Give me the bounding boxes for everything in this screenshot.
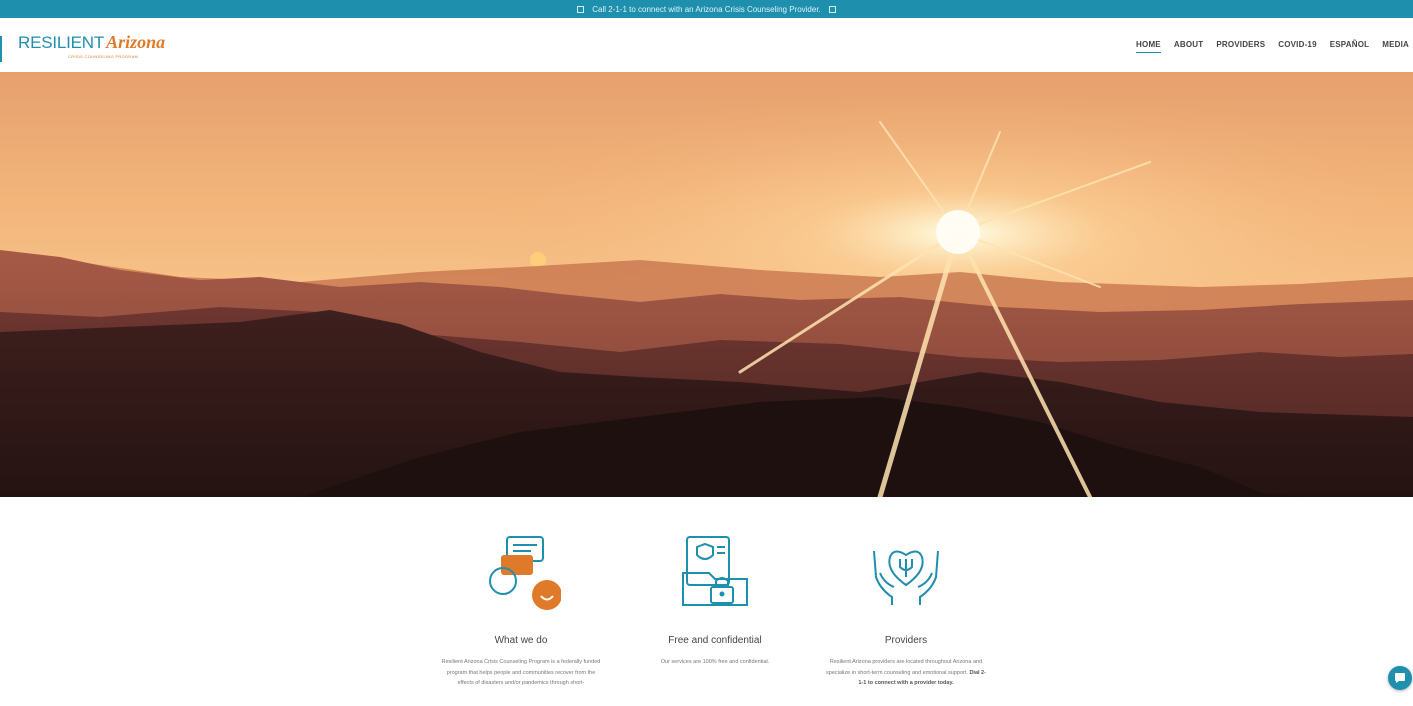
logo-word-arizona: Arizona	[106, 32, 166, 52]
chat-bubbles-icon	[489, 536, 561, 610]
feature-title: Providers	[884, 635, 928, 646]
announcement-text: Call 2-1-1 to connect with an Arizona Cr…	[592, 4, 821, 14]
announcement-bar: Call 2-1-1 to connect with an Arizona Cr…	[0, 0, 1413, 18]
feature-description: Our services are 100% free and confident…	[660, 659, 770, 665]
chat-widget-button[interactable]	[1388, 666, 1412, 690]
main-nav: HOME ABOUT PROVIDERS COVID-19 ESPAÑOL ME…	[1136, 40, 1409, 53]
chat-icon	[1395, 673, 1405, 683]
feature-description: Resilient Arizona providers are located …	[826, 657, 986, 689]
site-logo[interactable]: RESILIENT Arizona CRISIS COUNSELING PROGR…	[18, 32, 166, 59]
features-section: What we do Resilient Arizona Crisis Coun…	[0, 497, 1413, 706]
logo-tagline: CRISIS COUNSELING PROGRAM	[68, 54, 139, 59]
nav-providers[interactable]: PROVIDERS	[1216, 40, 1265, 53]
sunset-mountains-illustration	[0, 72, 1413, 497]
nav-home[interactable]: HOME	[1136, 40, 1161, 53]
logo-accent-bar	[0, 36, 2, 62]
feature-description-text: Resilient Arizona providers are located …	[826, 659, 983, 676]
site-header: RESILIENT Arizona CRISIS COUNSELING PROGR…	[0, 18, 1413, 72]
nav-espanol[interactable]: ESPAÑOL	[1330, 40, 1369, 53]
logo-word-resilient: RESILIENT	[18, 33, 105, 52]
nav-media[interactable]: MEDIA	[1382, 40, 1409, 53]
feature-title: What we do	[494, 635, 548, 646]
secure-folder-icon	[682, 536, 748, 606]
nav-about[interactable]: ABOUT	[1174, 40, 1203, 53]
hero-image	[0, 72, 1413, 497]
feature-description: Resilient Arizona Crisis Counseling Prog…	[441, 659, 601, 686]
nav-covid-19[interactable]: COVID-19	[1278, 40, 1317, 53]
feature-title: Free and confidential	[668, 635, 762, 646]
hands-heart-icon	[873, 550, 939, 605]
grid-icon	[577, 5, 585, 13]
grid-icon	[828, 5, 836, 13]
